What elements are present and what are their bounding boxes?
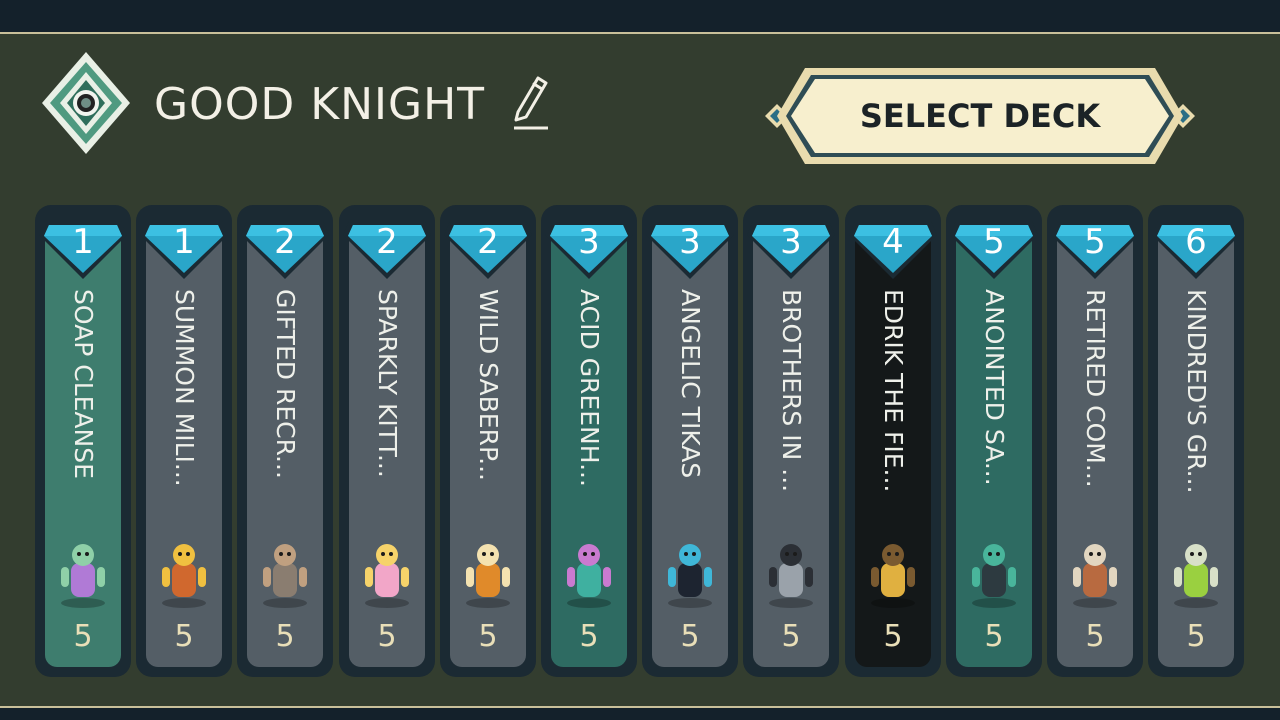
- card-name: SPARKLY KITT...: [373, 289, 402, 478]
- pink-kitten-icon: [365, 544, 409, 608]
- deck-card[interactable]: 3 BROTHERS IN ... 5: [743, 205, 839, 677]
- robed-saint-icon: [972, 544, 1016, 608]
- deck-card[interactable]: 3 ANGELIC TIKAS 5: [642, 205, 738, 677]
- card-count: 5: [275, 619, 295, 654]
- card-cost: 2: [477, 222, 499, 262]
- card-name: ANGELIC TIKAS: [676, 289, 705, 479]
- bottom-bar: [0, 708, 1280, 720]
- card-count: 5: [680, 619, 700, 654]
- card-cost: 4: [882, 222, 904, 262]
- deck-card[interactable]: 1 SOAP CLEANSE 5: [35, 205, 131, 677]
- card-name: SOAP CLEANSE: [69, 289, 98, 479]
- deck-card[interactable]: 2 WILD SABERP... 5: [440, 205, 536, 677]
- saber-cat-icon: [466, 544, 510, 608]
- card-count: 5: [579, 619, 599, 654]
- black-cat-icon: [668, 544, 712, 608]
- purple-monster-icon: [61, 544, 105, 608]
- deck-card[interactable]: 3 ACID GREENH... 5: [541, 205, 637, 677]
- card-name: ACID GREENH...: [575, 289, 604, 487]
- acid-goblin-icon: [567, 544, 611, 608]
- card-count: 5: [1186, 619, 1206, 654]
- deck-card[interactable]: 5 RETIRED COM... 5: [1047, 205, 1143, 677]
- deck-card[interactable]: 6 KINDRED'S GR... 5: [1148, 205, 1244, 677]
- card-cost: 3: [679, 222, 701, 262]
- old-commander-icon: [1073, 544, 1117, 608]
- card-list: 1 SOAP CLEANSE 5 1 SUMMON MILI... 5 2 GIFTED RE…: [0, 0, 1280, 720]
- card-count: 5: [174, 619, 194, 654]
- card-cost: 3: [780, 222, 802, 262]
- card-count: 5: [478, 619, 498, 654]
- card-cost: 2: [376, 222, 398, 262]
- twin-warriors-icon: [769, 544, 813, 608]
- card-cost: 5: [1084, 222, 1106, 262]
- card-name: SUMMON MILI...: [170, 289, 199, 487]
- deck-card[interactable]: 2 SPARKLY KITT... 5: [339, 205, 435, 677]
- card-name: GIFTED RECR...: [271, 289, 300, 479]
- card-cost: 3: [578, 222, 600, 262]
- card-count: 5: [984, 619, 1004, 654]
- green-orb-icon: [1174, 544, 1218, 608]
- deck-card[interactable]: 5 ANOINTED SA... 5: [946, 205, 1042, 677]
- card-name: BROTHERS IN ...: [777, 289, 806, 493]
- card-count: 5: [73, 619, 93, 654]
- golden-knight-icon: [871, 544, 915, 608]
- card-name: ANOINTED SA...: [980, 289, 1009, 486]
- deck-card[interactable]: 2 GIFTED RECR... 5: [237, 205, 333, 677]
- card-cost: 2: [274, 222, 296, 262]
- militia-banner-icon: [162, 544, 206, 608]
- card-cost: 6: [1185, 222, 1207, 262]
- deck-card[interactable]: 4 EDRIK THE FIE... 5: [845, 205, 941, 677]
- card-cost: 5: [983, 222, 1005, 262]
- card-cost: 1: [173, 222, 195, 262]
- spear-recruit-icon: [263, 544, 307, 608]
- deck-card[interactable]: 1 SUMMON MILI... 5: [136, 205, 232, 677]
- card-count: 5: [781, 619, 801, 654]
- card-cost: 1: [72, 222, 94, 262]
- card-name: KINDRED'S GR...: [1182, 289, 1211, 494]
- card-name: EDRIK THE FIE...: [879, 289, 908, 493]
- card-count: 5: [883, 619, 903, 654]
- card-count: 5: [1085, 619, 1105, 654]
- card-count: 5: [377, 619, 397, 654]
- card-name: RETIRED COM...: [1081, 289, 1110, 488]
- card-name: WILD SABERP...: [474, 289, 503, 481]
